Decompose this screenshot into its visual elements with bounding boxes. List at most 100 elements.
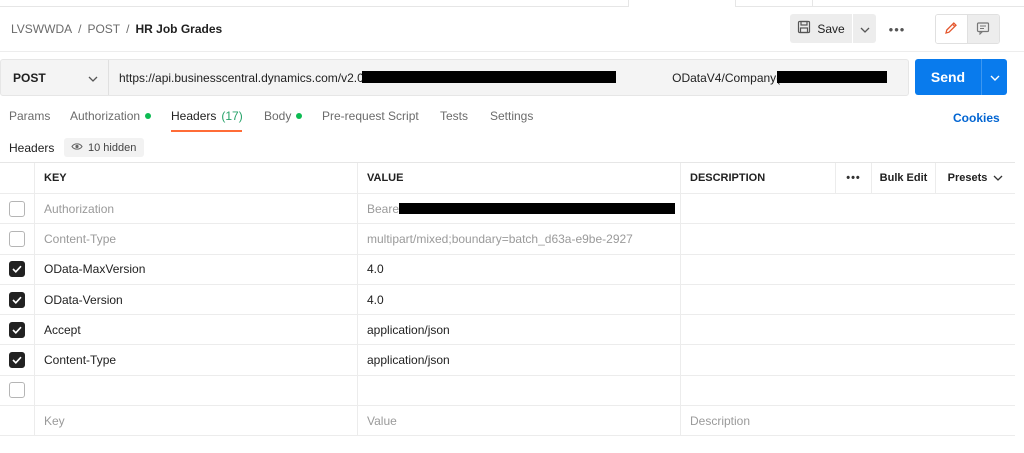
new-key-input[interactable]: Key <box>35 406 358 436</box>
row-checkbox-checked[interactable] <box>9 291 25 308</box>
header-description[interactable] <box>681 255 1015 284</box>
tab-tests[interactable]: Tests <box>440 109 468 123</box>
column-header-value: VALUE <box>358 163 681 193</box>
table-row: OData-Version 4.0 <box>0 284 1015 316</box>
headers-table: KEY VALUE DESCRIPTION ••• Bulk Edit Pres… <box>0 162 1015 437</box>
send-options-button[interactable] <box>981 59 1007 95</box>
column-header-key: KEY <box>35 163 358 193</box>
checkbox-cell <box>0 345 35 375</box>
header-value[interactable] <box>358 375 681 406</box>
save-group: Save <box>790 14 876 43</box>
chevron-down-icon <box>990 70 1000 84</box>
tab-label: Settings <box>490 109 534 123</box>
row-checkbox[interactable] <box>9 200 25 217</box>
header-key[interactable]: Accept <box>35 315 358 345</box>
tab-settings[interactable]: Settings <box>490 109 533 123</box>
check-icon <box>12 356 22 365</box>
tab-body[interactable]: Body <box>264 109 303 123</box>
cookies-link[interactable]: Cookies <box>953 111 1000 125</box>
redaction-bar <box>362 71 616 83</box>
row-checkbox[interactable] <box>9 382 25 399</box>
header-description[interactable] <box>681 224 1015 253</box>
header-key[interactable] <box>35 375 358 406</box>
save-icon <box>797 20 811 37</box>
bulk-edit-button[interactable]: Bulk Edit <box>872 163 936 193</box>
chevron-down-icon <box>993 172 1003 184</box>
checkbox-cell <box>0 194 35 224</box>
status-dot <box>296 113 303 119</box>
checkbox-cell <box>0 375 35 406</box>
check-icon <box>12 296 22 304</box>
header-description[interactable] <box>681 315 1015 344</box>
row-checkbox-checked[interactable] <box>9 321 25 338</box>
send-button[interactable]: Send <box>915 59 981 95</box>
table-header-row: KEY VALUE DESCRIPTION ••• Bulk Edit Pres… <box>0 163 1015 194</box>
tab-headers[interactable]: Headers (17) <box>171 109 243 123</box>
breadcrumb: LVSWWDA / POST / HR Job Grades <box>11 22 222 36</box>
table-row: OData-MaxVersion 4.0 <box>0 254 1015 285</box>
request-header: LVSWWDA / POST / HR Job Grades Save ••• <box>0 7 1024 52</box>
save-button[interactable]: Save <box>790 14 852 43</box>
tab-authorization[interactable]: Authorization <box>70 109 152 123</box>
pencil-icon <box>944 21 958 38</box>
tab-label: Tests <box>440 109 469 123</box>
header-value[interactable]: Bearer <box>358 194 681 224</box>
checkbox-cell <box>0 315 35 345</box>
checkbox-cell <box>0 406 35 436</box>
checkbox-cell <box>0 284 35 315</box>
tab-params[interactable]: Params <box>9 109 50 123</box>
header-value[interactable]: multipart/mixed;boundary=batch_d63a-e9be… <box>358 224 681 254</box>
header-key[interactable]: Authorization <box>35 194 358 224</box>
url-text-start: https://api.businesscentral.dynamics.com… <box>119 70 368 85</box>
presets-dropdown[interactable]: Presets <box>936 163 1015 193</box>
tab-label: Authorization <box>70 109 141 123</box>
method-select[interactable]: POST <box>1 60 109 95</box>
header-value[interactable]: application/json <box>358 315 681 345</box>
tab-label: Pre-request Script <box>322 109 419 123</box>
header-key[interactable]: OData-MaxVersion <box>35 254 358 284</box>
tab-pre-request-script[interactable]: Pre-request Script <box>322 109 419 123</box>
comments-mode-button[interactable] <box>967 15 999 43</box>
row-checkbox-checked[interactable] <box>9 261 25 278</box>
breadcrumb-collection[interactable]: POST <box>87 22 120 36</box>
table-row: Content-Type application/json <box>0 345 1015 376</box>
request-tabs: Params Authorization Headers (17) Body Pr… <box>0 109 1024 133</box>
status-dot <box>145 113 152 119</box>
column-options-button[interactable]: ••• <box>836 163 872 193</box>
breadcrumb-workspace[interactable]: LVSWWDA <box>11 22 72 36</box>
checkbox-cell <box>0 224 35 254</box>
url-input[interactable]: https://api.businesscentral.dynamics.com… <box>109 60 908 95</box>
url-text-mid: ODataV4/Company(' <box>672 70 783 85</box>
row-checkbox-checked[interactable] <box>9 352 25 369</box>
comment-icon <box>976 21 990 38</box>
tab-label: Params <box>9 109 51 123</box>
header-key[interactable]: OData-Version <box>35 284 358 315</box>
chevron-down-icon <box>88 71 98 85</box>
header-value[interactable]: 4.0 <box>358 254 681 284</box>
header-key[interactable]: Content-Type <box>35 345 358 375</box>
header-value[interactable]: application/json <box>358 345 681 375</box>
tab-count: (17) <box>221 109 243 123</box>
header-value[interactable]: 4.0 <box>358 284 681 315</box>
new-description-input[interactable]: Description <box>681 406 1015 435</box>
tab-label: Headers <box>171 109 217 123</box>
hidden-headers-toggle[interactable]: 10 hidden <box>64 138 145 157</box>
row-checkbox[interactable] <box>9 230 25 247</box>
header-description[interactable] <box>681 194 1015 223</box>
more-actions-button[interactable]: ••• <box>885 21 909 37</box>
redaction-bar <box>399 203 675 214</box>
table-row-empty <box>0 375 1015 407</box>
save-options-button[interactable] <box>853 14 876 43</box>
header-description[interactable] <box>681 345 1015 374</box>
header-key[interactable]: Content-Type <box>35 224 358 254</box>
checkbox-cell <box>0 254 35 284</box>
redaction-bar <box>777 71 887 83</box>
header-description[interactable] <box>681 285 1015 314</box>
hidden-count-label: 10 hidden <box>88 141 137 154</box>
request-name[interactable]: HR Job Grades <box>135 22 222 36</box>
edit-mode-button[interactable] <box>936 15 968 43</box>
header-description[interactable] <box>681 376 1015 405</box>
new-value-input[interactable]: Value <box>358 406 681 436</box>
column-header-description: DESCRIPTION <box>681 163 836 193</box>
breadcrumb-separator: / <box>126 22 130 36</box>
